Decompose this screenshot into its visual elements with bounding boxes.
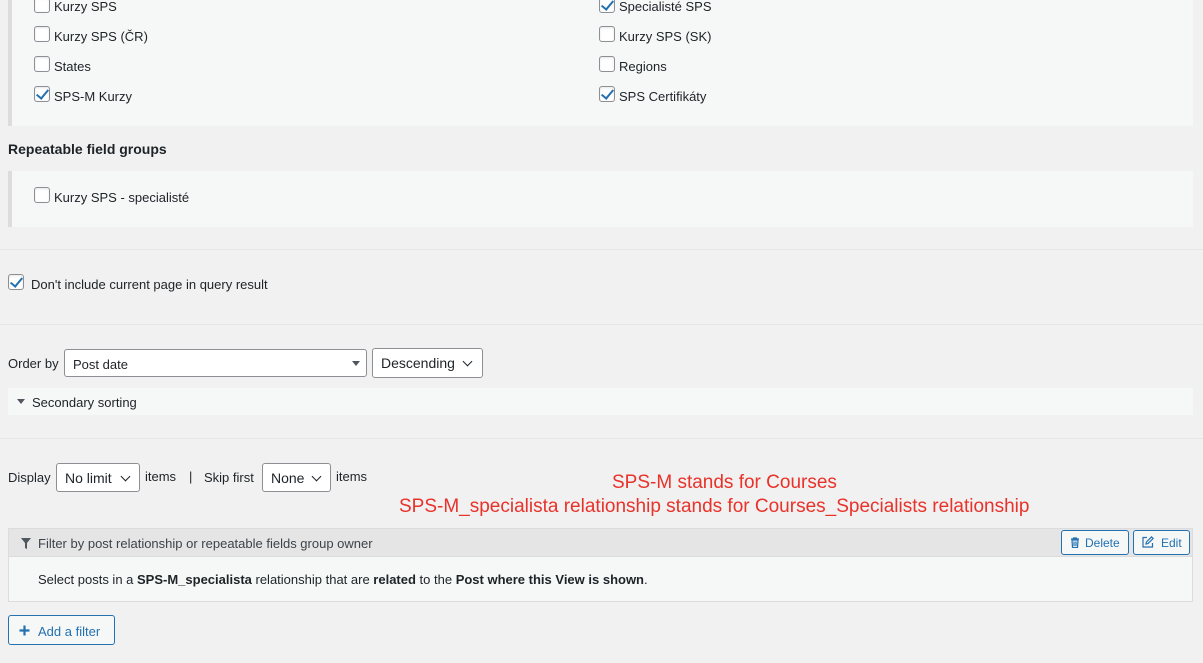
post-types-panel: Kurzy SPS Kurzy SPS (ČR) States SPS-M Ku… bbox=[8, 0, 1193, 126]
plus-icon bbox=[19, 625, 30, 636]
relationship-name: SPS-M_specialista bbox=[137, 572, 252, 587]
order-direction-value: Descending bbox=[381, 355, 455, 371]
skip-first-value: None bbox=[271, 470, 305, 486]
chevron-down-icon bbox=[120, 471, 131, 482]
label-specialiste-sps: Specialisté SPS bbox=[619, 0, 712, 14]
delete-filter-button[interactable]: Delete bbox=[1061, 530, 1129, 555]
filter-desc-text: . bbox=[644, 572, 648, 587]
label-sps-m-kurzy: SPS-M Kurzy bbox=[54, 89, 133, 104]
checkbox-sps-certifikaty[interactable] bbox=[599, 86, 615, 102]
items-label-2: items bbox=[336, 469, 368, 484]
chevron-down-icon bbox=[462, 356, 473, 367]
edit-label: Edit bbox=[1161, 536, 1182, 550]
relation-mode: related bbox=[373, 572, 416, 587]
filter-box: Filter by post relationship or repeatabl… bbox=[8, 528, 1193, 602]
chevron-down-icon bbox=[311, 471, 322, 482]
edit-icon bbox=[1142, 536, 1154, 548]
order-direction-select[interactable]: Descending bbox=[372, 348, 483, 378]
checkbox-sps-m-kurzy[interactable] bbox=[34, 86, 50, 102]
repeatable-panel: Kurzy SPS - specialisté bbox=[8, 171, 1193, 227]
filter-title: Filter by post relationship or repeatabl… bbox=[38, 536, 373, 551]
checkbox-kurzy-sps[interactable] bbox=[34, 0, 50, 13]
checkbox-kurzy-sps-specialiste[interactable] bbox=[34, 187, 50, 203]
order-by-value: Post date bbox=[73, 357, 128, 372]
label-exclude-current-page: Don't include current page in query resu… bbox=[31, 277, 268, 292]
disclosure-triangle-icon bbox=[17, 399, 25, 404]
dropdown-arrow-icon bbox=[352, 361, 360, 366]
filter-header: Filter by post relationship or repeatabl… bbox=[9, 529, 1192, 557]
filter-desc-text: relationship that are bbox=[251, 572, 374, 587]
add-filter-label: Add a filter bbox=[38, 624, 101, 639]
display-limit-value: No limit bbox=[65, 470, 112, 486]
label-kurzy-sps-cr: Kurzy SPS (ČR) bbox=[54, 29, 148, 44]
delete-label: Delete bbox=[1085, 536, 1120, 550]
display-limit-select[interactable]: No limit bbox=[56, 463, 140, 492]
secondary-sorting-toggle[interactable]: Secondary sorting bbox=[8, 388, 1193, 415]
label-states: States bbox=[54, 59, 91, 74]
filter-desc-text: to the bbox=[415, 572, 456, 587]
divider bbox=[0, 249, 1203, 250]
add-filter-button[interactable]: Add a filter bbox=[8, 615, 115, 645]
filter-description: Select posts in a SPS-M_specialista rela… bbox=[38, 572, 648, 587]
skip-first-label: Skip first bbox=[204, 470, 254, 485]
label-regions: Regions bbox=[619, 59, 667, 74]
checkbox-kurzy-sps-cr[interactable] bbox=[34, 26, 50, 42]
label-kurzy-sps-sk: Kurzy SPS (SK) bbox=[619, 29, 712, 44]
divider bbox=[0, 324, 1203, 325]
label-kurzy-sps: Kurzy SPS bbox=[54, 0, 117, 14]
checkbox-regions[interactable] bbox=[599, 56, 615, 72]
trash-icon bbox=[1071, 537, 1079, 548]
display-label: Display bbox=[8, 470, 51, 485]
divider bbox=[0, 438, 1203, 439]
edit-filter-button[interactable]: Edit bbox=[1133, 530, 1190, 555]
filter-desc-text: Select posts in a bbox=[38, 572, 137, 587]
annotation-line-2: SPS-M_specialista relationship stands fo… bbox=[399, 496, 1030, 517]
label-kurzy-sps-specialiste: Kurzy SPS - specialisté bbox=[54, 190, 190, 205]
checkbox-states[interactable] bbox=[34, 56, 50, 72]
items-label: items bbox=[145, 469, 177, 484]
secondary-sorting-label: Secondary sorting bbox=[32, 395, 137, 410]
order-by-select[interactable]: Post date bbox=[64, 349, 367, 377]
annotation-line-1: SPS-M stands for Courses bbox=[612, 472, 837, 493]
relation-target: Post where this View is shown bbox=[455, 572, 644, 587]
repeatable-heading: Repeatable field groups bbox=[8, 141, 167, 157]
filter-icon bbox=[21, 538, 31, 549]
label-sps-certifikaty: SPS Certifikáty bbox=[619, 89, 707, 104]
checkbox-specialiste-sps[interactable] bbox=[599, 0, 615, 13]
separator: | bbox=[189, 469, 193, 484]
skip-first-select[interactable]: None bbox=[262, 463, 331, 492]
checkbox-exclude-current-page[interactable] bbox=[8, 274, 24, 290]
checkbox-kurzy-sps-sk[interactable] bbox=[599, 26, 615, 42]
order-by-label: Order by bbox=[8, 356, 59, 371]
